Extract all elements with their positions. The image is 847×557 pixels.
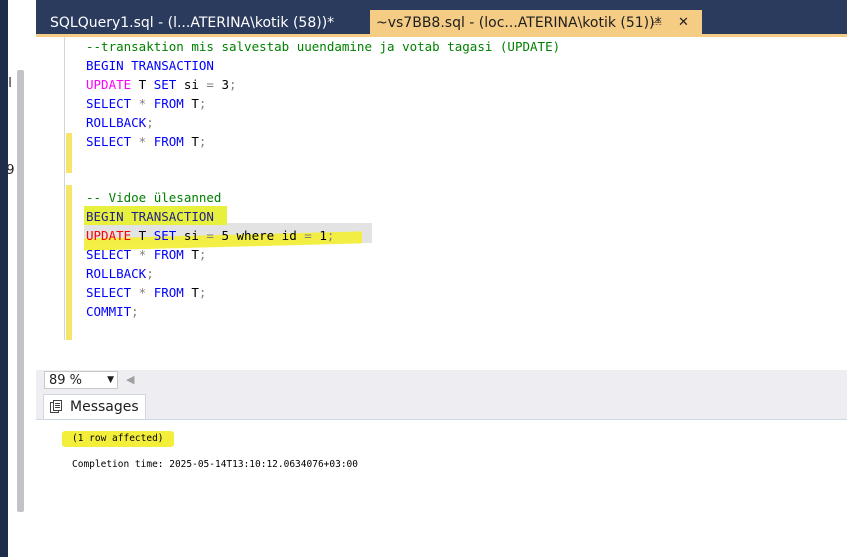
results-tab-bar: Messages [36, 391, 847, 420]
editor-gutter [64, 37, 65, 340]
zoom-value: 89 % [49, 373, 83, 388]
code-line: ROLLBACK; [86, 266, 154, 281]
results-pane: Messages (1 row affected) Completion tim… [36, 391, 847, 557]
tab-label: ~vs7BB8.sql - (loc...ATERINA\kotik (51))… [376, 15, 662, 31]
code-line: SELECT * FROM T; [86, 96, 207, 111]
change-marker [66, 133, 72, 173]
tab-sqlquery1[interactable]: SQLQuery1.sql - (l...ATERINA\kotik (58))… [44, 10, 366, 36]
query-editor[interactable]: --transaktion mis salvestab uuendamine j… [36, 37, 847, 370]
tab-vs7bb8[interactable]: ~vs7BB8.sql - (loc...ATERINA\kotik (51))… [370, 10, 702, 36]
close-icon[interactable]: ✕ [678, 10, 689, 36]
window-edge [0, 0, 8, 557]
code-line: COMMIT; [86, 304, 139, 319]
messages-icon [50, 400, 62, 413]
messages-tab-label: Messages [70, 399, 139, 415]
left-pane-scrollbar[interactable] [17, 70, 24, 512]
tab-messages[interactable]: Messages [43, 394, 146, 419]
code-line: SELECT * FROM T; [86, 285, 207, 300]
code-line: BEGIN TRANSACTION [86, 209, 214, 224]
editor-status-row: 89 % ▼ ◀ [36, 370, 847, 391]
completion-time-message: Completion time: 2025-05-14T13:10:12.063… [72, 459, 358, 470]
code-line: --transaktion mis salvestab uuendamine j… [86, 39, 561, 54]
code-line: UPDATE T SET si = 5 where id = 1; [86, 228, 335, 243]
scroll-left-icon[interactable]: ◀ [126, 373, 134, 386]
rows-affected-message: (1 row affected) [72, 433, 164, 444]
chevron-down-icon[interactable]: ▼ [107, 372, 114, 389]
code-line: UPDATE T SET si = 3; [86, 77, 237, 92]
change-marker [66, 185, 72, 340]
code-line: SELECT * FROM T; [86, 247, 207, 262]
code-line: BEGIN TRANSACTION [86, 58, 214, 73]
code-line: SELECT * FROM T; [86, 134, 207, 149]
zoom-dropdown[interactable]: 89 % ▼ [44, 371, 118, 389]
code-line: -- Vidoe ülesanned [86, 190, 222, 205]
pin-icon[interactable]: ⎓ [652, 10, 662, 36]
code-line: ROLLBACK; [86, 115, 154, 130]
tab-label: SQLQuery1.sql - (l...ATERINA\kotik (58))… [50, 15, 335, 31]
